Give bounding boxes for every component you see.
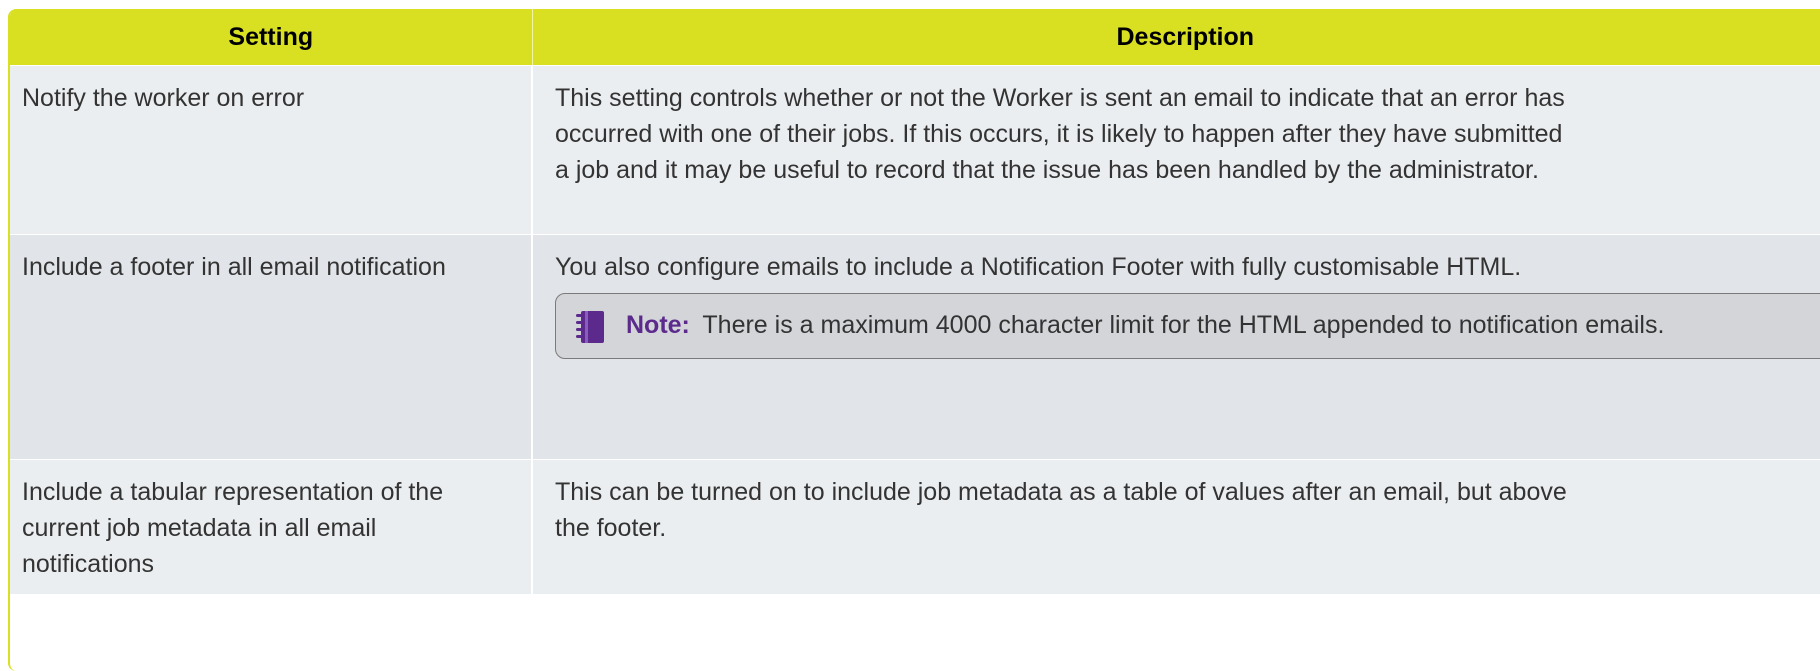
note-text: There is a maximum 4000 character limit …	[702, 311, 1665, 339]
note-box: Note: There is a maximum 4000 character …	[555, 293, 1820, 359]
table-row: Include a tabular representation of the …	[10, 459, 1820, 594]
description-text: You also configure emails to include a N…	[555, 253, 1522, 281]
setting-cell: Include a footer in all email notificati…	[10, 234, 532, 460]
column-header-setting: Setting	[10, 9, 532, 66]
settings-table-container: Setting Description Notify the worker on…	[8, 9, 1820, 671]
note-label: Note:	[626, 311, 690, 339]
description-cell: You also configure emails to include a N…	[531, 234, 1820, 460]
notebook-icon	[574, 310, 606, 344]
description-cell: This can be turned on to include job met…	[531, 459, 1820, 594]
setting-cell: Notify the worker on error	[10, 65, 532, 235]
settings-table: Setting Description Notify the worker on…	[10, 9, 1820, 594]
setting-cell: Include a tabular representation of the …	[10, 459, 532, 594]
table-header-row: Setting Description	[10, 9, 1820, 66]
table-row: Include a footer in all email notificati…	[10, 234, 1820, 460]
table-row: Notify the worker on error This setting …	[10, 65, 1820, 235]
column-header-description: Description	[531, 9, 1820, 66]
description-cell: This setting controls whether or not the…	[531, 65, 1820, 235]
